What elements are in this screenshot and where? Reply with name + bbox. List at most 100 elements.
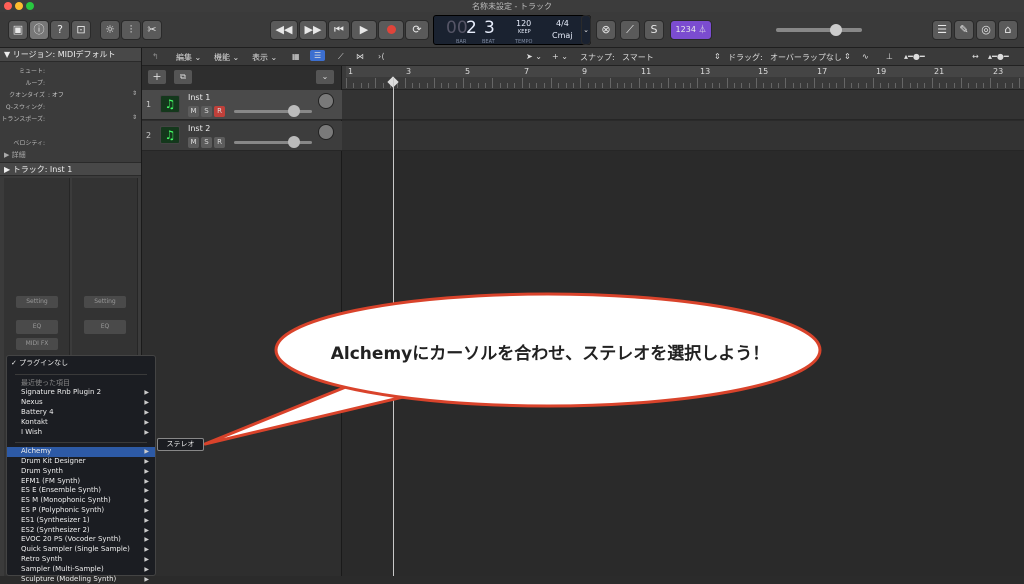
track-inspector-header[interactable]: ▶ トラック: Inst 1 [0, 162, 141, 176]
plugin-menu-item[interactable]: Retro Synth ▶ [7, 555, 155, 565]
plugin-menu-item[interactable]: Nexus ▶ [7, 398, 155, 408]
track-lane[interactable] [342, 90, 1024, 120]
solo-button[interactable]: S [201, 106, 212, 117]
lcd-chevron-down-icon[interactable]: ⌄ [581, 15, 591, 45]
editors-scissors-icon[interactable]: ✂ [142, 20, 162, 40]
plugin-menu-item[interactable]: Drum Synth ▶ [7, 467, 155, 477]
record-enable-button[interactable]: R [214, 106, 225, 117]
view-menu[interactable]: 表示 ⌄ [252, 52, 277, 63]
track-lane[interactable] [342, 121, 1024, 151]
edit-menu[interactable]: 編集 ⌄ [176, 52, 201, 63]
smart-controls-icon[interactable]: ☼ [100, 20, 120, 40]
grid-view-icon[interactable]: ▦ [292, 52, 300, 61]
plugin-menu-item[interactable]: Sculpture (Modeling Synth) ▶ [7, 575, 155, 584]
detail-disclosure[interactable]: ▶ 詳細 [4, 150, 26, 160]
quick-help-icon[interactable]: ? [50, 20, 70, 40]
inspector-row-mute[interactable]: ミュート: [0, 64, 141, 76]
vertical-zoom-icon[interactable]: ⊥ [886, 52, 893, 61]
rewind-button[interactable]: ◀◀ [270, 20, 298, 40]
catch-icon[interactable]: ›⟨ [378, 52, 384, 61]
add-track-button[interactable]: + [148, 70, 166, 84]
eq-button[interactable]: EQ [16, 320, 58, 334]
plugin-menu-item[interactable]: EVOC 20 PS (Vocoder Synth) ▶ [7, 535, 155, 545]
record-enable-button[interactable]: R [214, 137, 225, 148]
submenu-stereo-item[interactable]: ステレオ [157, 438, 204, 451]
plugin-menu-item[interactable]: ✓ プラグインなし [7, 359, 155, 369]
plugin-menu-item[interactable]: EFM1 (FM Synth) ▶ [7, 477, 155, 487]
function-menu[interactable]: 機能 ⌄ [214, 52, 239, 63]
inspector-row-qswing[interactable]: Q-スウィング: [0, 100, 141, 112]
pencil-tool-icon[interactable]: + ⌄ [552, 52, 568, 61]
volume-fader[interactable] [234, 110, 312, 113]
plugin-menu-item[interactable]: ES1 (Synthesizer 1) ▶ [7, 516, 155, 526]
cycle-button[interactable]: ⟳ [405, 20, 429, 40]
lcd-display[interactable]: 00 2 3 BAR BEAT 120 KEEP TEMPO 4/4 Cmaj [433, 15, 591, 45]
inspector-row-quantize[interactable]: クオンタイズ: オフ ⇕ [0, 88, 141, 100]
replace-icon[interactable]: ⊗ [596, 20, 616, 40]
browsers-icon[interactable]: ⌂ [998, 20, 1018, 40]
master-volume-knob[interactable] [830, 24, 842, 36]
automation-icon[interactable]: ⟋ [338, 52, 344, 62]
loop-browser-icon[interactable]: ◎ [976, 20, 996, 40]
drag-dropdown[interactable]: オーバーラップなし [770, 52, 842, 63]
list-view-icon[interactable]: ☰ [310, 50, 326, 61]
inspector-info-icon[interactable]: ⓘ [29, 20, 49, 40]
waveform-zoom-icon[interactable]: ∿ [862, 52, 869, 61]
plugin-menu-item[interactable]: Kontakt ▶ [7, 418, 155, 428]
arrange-area[interactable] [342, 90, 1024, 576]
track-name[interactable]: Inst 2 [188, 124, 210, 133]
plugin-menu-item[interactable]: Signature Rnb Plugin 2 ▶ [7, 388, 155, 398]
midi-fx-button[interactable]: MIDI FX [16, 338, 58, 350]
track-name[interactable]: Inst 1 [188, 93, 210, 102]
drag-dropdown-chevron-icon[interactable]: ⇕ [844, 52, 851, 61]
bar-ruler[interactable]: 1 3 5 7 9 11 13 15 17 19 21 23 [342, 66, 1024, 90]
plugin-menu-item[interactable]: Quick Sampler (Single Sample) ▶ [7, 545, 155, 555]
solo-icon[interactable]: S [644, 20, 664, 40]
inspector-row-loop[interactable]: ループ: [0, 76, 141, 88]
plugin-menu-item[interactable]: Alchemy ▶ [7, 447, 155, 457]
plugin-menu-item[interactable]: Battery 4 ▶ [7, 408, 155, 418]
plugin-menu-item[interactable]: ES P (Polyphonic Synth) ▶ [7, 506, 155, 516]
track-row[interactable]: 1 ♫ Inst 1 M S R [142, 90, 342, 120]
volume-fader[interactable] [234, 141, 312, 144]
volume-fader-knob[interactable] [288, 136, 300, 148]
master-volume-slider[interactable] [776, 28, 862, 32]
cycle-area[interactable] [346, 66, 1024, 77]
inspector-row-velocity[interactable]: ベロシティ: [0, 136, 141, 148]
solo-button[interactable]: S [201, 137, 212, 148]
mute-button[interactable]: M [188, 137, 199, 148]
list-editors-icon[interactable]: ☰ [932, 20, 952, 40]
pan-knob[interactable] [318, 124, 334, 140]
pan-knob[interactable] [318, 93, 334, 109]
track-row[interactable]: 2 ♫ Inst 2 M S R [142, 121, 342, 151]
snap-dropdown[interactable]: スマート [622, 52, 654, 63]
eq-button-output[interactable]: EQ [84, 320, 126, 334]
plugin-menu-item[interactable]: ES E (Ensemble Synth) ▶ [7, 486, 155, 496]
count-in-metronome-button[interactable]: 1234 ⏃ [670, 20, 712, 40]
setting-button-output[interactable]: Setting [84, 296, 126, 308]
plugin-menu-item[interactable]: I Wish ▶ [7, 428, 155, 438]
mixer-icon[interactable]: ⫶ [121, 20, 141, 40]
go-to-beginning-button[interactable]: ⏮ [328, 20, 350, 40]
toolbar-toggle-icon[interactable]: ⊡ [71, 20, 91, 40]
mute-button[interactable]: M [188, 106, 199, 117]
pointer-tool-icon[interactable]: ➤ ⌄ [526, 52, 542, 61]
play-button[interactable]: ▶ [351, 20, 377, 40]
horizontal-zoom-icon[interactable]: ↔ [972, 52, 979, 61]
plugin-menu-item[interactable]: Sampler (Multi-Sample) ▶ [7, 565, 155, 575]
tuner-icon[interactable]: ⟋ [620, 20, 640, 40]
region-inspector-header[interactable]: ▼ リージョン: MIDIデフォルト [0, 48, 141, 62]
instrument-plugin-menu[interactable]: ✓ プラグインなし 最近使った項目 Signature Rnb Plugin 2 ▶ N… [6, 355, 156, 583]
notepad-icon[interactable]: ✎ [954, 20, 974, 40]
setting-button[interactable]: Setting [16, 296, 58, 308]
back-arrow-icon[interactable]: ↰ [152, 52, 159, 61]
plugin-menu-item[interactable]: Drum Kit Designer ▶ [7, 457, 155, 467]
vertical-zoom-slider[interactable]: ▴━●━ [904, 52, 925, 61]
global-tracks-icon[interactable]: ⌄ [316, 70, 334, 84]
fast-forward-button[interactable]: ▶▶ [299, 20, 327, 40]
library-button[interactable]: ▣ [8, 20, 28, 40]
volume-fader-knob[interactable] [288, 105, 300, 117]
snap-dropdown-chevron-icon[interactable]: ⇕ [714, 52, 721, 61]
plugin-menu-item[interactable]: ES2 (Synthesizer 2) ▶ [7, 526, 155, 536]
flex-icon[interactable]: ⋈ [356, 52, 364, 61]
